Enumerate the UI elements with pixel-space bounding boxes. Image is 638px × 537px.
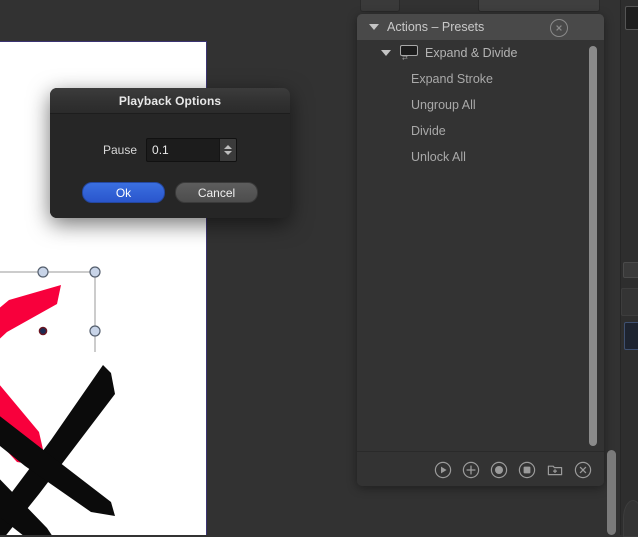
- list-item-label: Unlock All: [411, 150, 466, 164]
- chevron-down-icon[interactable]: [224, 151, 233, 155]
- list-item[interactable]: Unlock All: [357, 144, 604, 170]
- workspace-vertical-scrollbar[interactable]: [607, 450, 616, 535]
- scrollbar-thumb[interactable]: [607, 450, 616, 535]
- chevron-up-icon[interactable]: [224, 145, 233, 149]
- edge-panel-fragment[interactable]: [623, 500, 638, 537]
- list-item-label: Expand Stroke: [411, 72, 493, 86]
- panel-tab-strip: [360, 0, 638, 12]
- triangle-down-icon[interactable]: [369, 24, 379, 30]
- pause-field-row: Pause: [50, 138, 290, 162]
- close-circle-icon[interactable]: [574, 461, 592, 479]
- right-edge-panel: [620, 0, 638, 537]
- list-item[interactable]: Ungroup All: [357, 92, 604, 118]
- list-item[interactable]: Expand Stroke: [357, 66, 604, 92]
- dialog-button-row: Ok Cancel: [50, 182, 290, 203]
- pause-input[interactable]: [147, 139, 220, 161]
- stop-circle-icon[interactable]: [518, 461, 536, 479]
- edge-panel-fragment[interactable]: [621, 288, 638, 316]
- pause-label: Pause: [102, 143, 138, 157]
- close-circle-icon[interactable]: [550, 19, 568, 37]
- tab-fragment-left[interactable]: [360, 0, 400, 12]
- plus-circle-icon[interactable]: [462, 461, 480, 479]
- panel-vertical-scrollbar[interactable]: [589, 46, 597, 446]
- cancel-button[interactable]: Cancel: [175, 182, 258, 203]
- panel-footer-toolbar: [357, 451, 604, 486]
- playback-options-dialog: Playback Options Pause Ok Cancel: [50, 88, 290, 218]
- edge-panel-fragment[interactable]: [623, 262, 638, 278]
- tree-item-expand-and-divide[interactable]: ⇄ Expand & Divide: [357, 40, 604, 66]
- panel-title: Actions – Presets: [387, 20, 485, 34]
- dialog-titlebar[interactable]: Playback Options: [50, 88, 290, 114]
- tab-fragment-right[interactable]: [478, 0, 600, 12]
- panel-header[interactable]: Actions – Presets: [357, 14, 604, 40]
- record-circle-icon[interactable]: [490, 461, 508, 479]
- panel-body: ⇄ Expand & Divide Expand Stroke Ungroup …: [357, 40, 604, 451]
- dialog-title: Playback Options: [118, 93, 222, 108]
- ok-button[interactable]: Ok: [82, 182, 165, 203]
- dialog-body: Pause Ok Cancel: [50, 114, 290, 218]
- application-window: Playback Options Pause Ok Cancel: [0, 0, 638, 537]
- tree-item-label: Expand & Divide: [425, 46, 518, 60]
- action-preset-icon: ⇄: [399, 44, 419, 62]
- pause-stepper[interactable]: [146, 138, 238, 162]
- scrollbar-thumb[interactable]: [589, 46, 597, 446]
- actions-presets-panel: Actions – Presets ⇄ Expand & Divide Expa…: [357, 14, 604, 486]
- edge-panel-fragment[interactable]: [624, 322, 638, 350]
- play-circle-icon[interactable]: [434, 461, 452, 479]
- edge-panel-fragment[interactable]: [625, 6, 638, 30]
- stepper-buttons[interactable]: [219, 139, 237, 161]
- triangle-down-icon[interactable]: [381, 50, 391, 56]
- canvas-area[interactable]: [0, 0, 207, 535]
- list-item[interactable]: Divide: [357, 118, 604, 144]
- folder-plus-icon[interactable]: [546, 461, 564, 479]
- list-item-label: Divide: [411, 124, 446, 138]
- list-item-label: Ungroup All: [411, 98, 476, 112]
